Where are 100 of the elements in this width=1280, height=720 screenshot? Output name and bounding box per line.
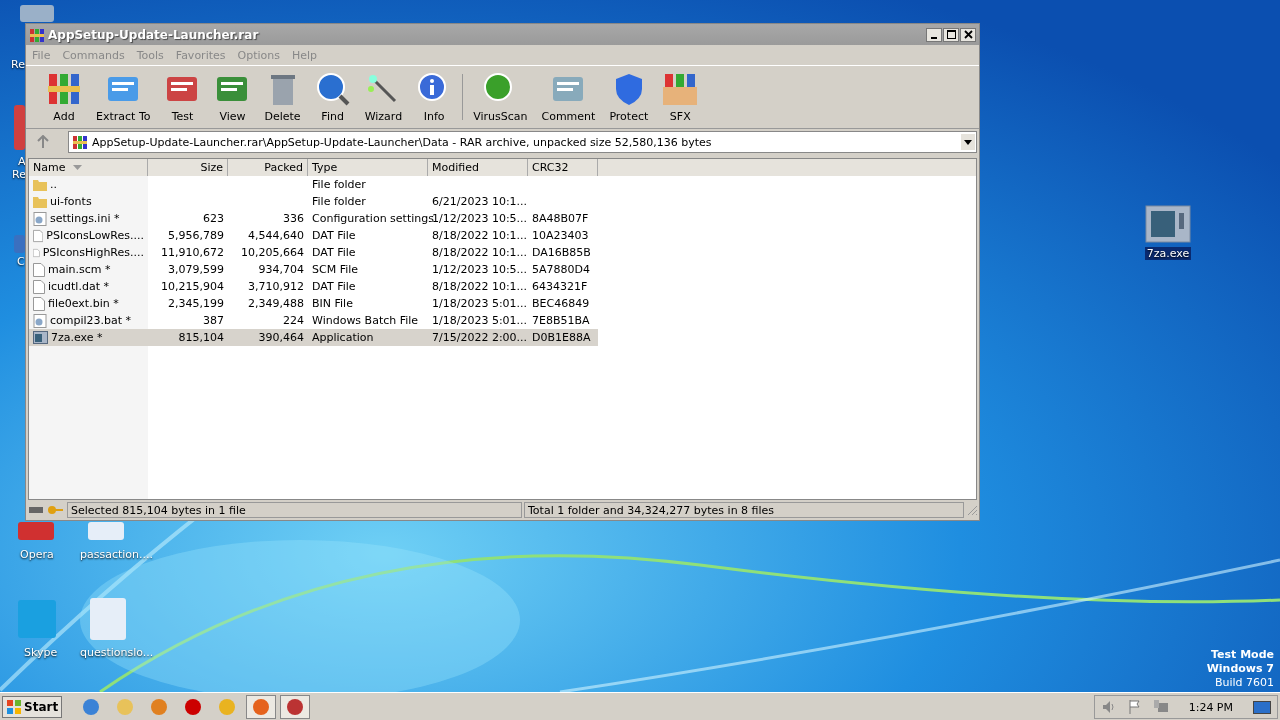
table-cell: 11,910,672 (161, 246, 224, 259)
table-cell: 8/18/2022 10:1... (432, 280, 528, 293)
table-cell: 3,079,599 (168, 263, 224, 276)
desktop-icon[interactable] (20, 5, 54, 22)
toolbar-button[interactable]: Info (410, 71, 459, 123)
table-cell: 2,349,488 (248, 297, 304, 310)
desktop-icon-label: Skype (23, 646, 59, 659)
table-cell: 1/18/2023 5:01... (432, 314, 528, 327)
table-cell: File folder (312, 178, 366, 191)
table-cell: DAT File (312, 229, 356, 242)
file-icon (33, 228, 44, 243)
table-cell: 1/12/2023 10:5... (432, 263, 528, 276)
file-row[interactable]: file0ext.bin * 2,345,199 2,349,488 BIN File 1/18/2023 5:01... BEC46849 (29, 295, 598, 312)
toolbar-button[interactable]: SFX (656, 71, 705, 123)
maximize-button[interactable] (943, 27, 959, 42)
application-window-icon[interactable] (1145, 205, 1191, 243)
toolbar-button[interactable]: Protect (603, 71, 655, 123)
table-cell: DAT File (312, 246, 356, 259)
table-cell: 4,544,640 (248, 229, 304, 242)
table-cell: icudtl.dat * (48, 280, 109, 293)
toolbar-button[interactable]: Comment (535, 71, 602, 123)
taskbar-button[interactable] (280, 695, 311, 719)
file-row[interactable]: 7za.exe * 815,104 390,464 Application 7/15/2022 2:00... D0B1E88A (29, 329, 598, 346)
toolbar-button[interactable]: Delete (258, 71, 307, 123)
table-cell: 10A23403 (532, 229, 589, 242)
table-cell: file0ext.bin * (48, 297, 119, 310)
table-cell: main.scm * (48, 263, 111, 276)
up-arrow-icon[interactable] (36, 135, 50, 149)
table-cell: 7E8B51BA (532, 314, 590, 327)
desktop-icon-label: Re (11, 168, 27, 181)
file-row[interactable]: ui-fonts File folder 6/21/2023 10:1... (29, 193, 598, 210)
toolbar-button[interactable]: Wizard (358, 71, 409, 123)
toolbar-button[interactable]: Find (308, 71, 357, 123)
toolbar-button[interactable]: View (208, 71, 257, 123)
table-cell: PSIconsHighRes.... (42, 246, 144, 259)
table-cell: 1/12/2023 10:5... (432, 212, 528, 225)
table-cell: 387 (203, 314, 224, 327)
speaker-icon[interactable] (1100, 699, 1117, 715)
minimize-button[interactable] (926, 27, 942, 42)
gear-file-icon (33, 313, 47, 328)
toolbar-button[interactable]: Add (40, 71, 88, 123)
table-cell: Configuration settings (312, 212, 434, 225)
file-icon (33, 279, 45, 294)
books-icon (46, 71, 82, 107)
table-cell: 815,104 (178, 331, 224, 344)
table-cell: compil23.bat * (50, 314, 132, 327)
desktop-icon-label: 7za.exe (1144, 247, 1192, 260)
table-cell: PSIconsLowRes.... (46, 229, 144, 242)
table-cell: 8/18/2022 10:1... (432, 246, 528, 259)
file-row[interactable]: main.scm * 3,079,599 934,704 SCM File 1/12/2023 10:5... 5A7880D4 (29, 261, 598, 278)
maximize-icon (946, 30, 956, 39)
file-row[interactable]: .. File folder (29, 176, 598, 193)
start-button[interactable]: Start (2, 696, 63, 718)
os-notice-text: Test Mode (1211, 648, 1274, 662)
network-icon[interactable] (1152, 699, 1169, 715)
close-icon (963, 30, 973, 39)
table-cell: 224 (283, 314, 304, 327)
resize-grip-icon[interactable] (966, 504, 978, 516)
gear-file-icon (33, 211, 47, 226)
file-row[interactable]: icudtl.dat * 10,215,904 3,710,912 DAT File 8/18/2022 10:1... 6434321F (29, 278, 598, 295)
file-icon (33, 296, 45, 311)
table-cell: 8/18/2022 10:1... (432, 229, 528, 242)
application-window-icon (33, 331, 48, 344)
file-row[interactable]: settings.ini * 623 336 Configuration settings1/12/2023 10:5... 8A48B07F (29, 210, 598, 227)
status-bar-right: Total 1 folder and 34,324,277 bytes in 8 files (524, 502, 964, 518)
table-cell: BEC46849 (532, 297, 590, 310)
table-cell: Application (312, 331, 374, 344)
close-button[interactable] (960, 27, 976, 42)
flag-icon[interactable] (1126, 699, 1143, 715)
os-notice-text: Windows 7 (1206, 662, 1274, 676)
table-cell: settings.ini * (50, 212, 120, 225)
table-cell: 623 (203, 212, 224, 225)
file-row[interactable]: compil23.bat * 387 224 Windows Batch File 1/18/2023 5:01... 7E8B51BA (29, 312, 598, 329)
desktop-icon-label: questionslo... (79, 646, 155, 659)
table-cell: 6434321F (532, 280, 588, 293)
toolbar-button[interactable]: Test (158, 71, 207, 123)
table-cell: Windows Batch File (312, 314, 419, 327)
magnifier-icon (314, 71, 351, 107)
table-cell: 7/15/2022 2:00... (432, 331, 528, 344)
file-row[interactable]: PSIconsLowRes.... 5,956,789 4,544,640 DAT File 8/18/2022 10:1... 10A23403 (29, 227, 598, 244)
table-cell: 1/18/2023 5:01... (432, 297, 528, 310)
table-cell: File folder (312, 195, 366, 208)
desktop-icon-label: C (16, 255, 26, 268)
table-cell: ui-fonts (50, 195, 92, 208)
desktop-icon-label: A (17, 155, 27, 168)
table-cell: 5A7880D4 (532, 263, 590, 276)
table-cell: 10,215,904 (161, 280, 224, 293)
show-desktop-icon[interactable] (1253, 699, 1271, 715)
toolbar-button[interactable]: VirusScan (467, 71, 534, 123)
toolbar-button[interactable]: Extract To (90, 71, 157, 123)
file-icon (33, 262, 45, 277)
table-cell: 934,704 (258, 263, 304, 276)
table-cell: 390,464 (258, 331, 304, 344)
drive-and-key-icon (29, 505, 63, 515)
table-cell: DA16B85B (532, 246, 591, 259)
address-field[interactable]: AppSetup-Update-Launcher.rar\AppSetup-Update-Launcher\Data - RAR archive, unpacked size 52,580,136 bytes (68, 131, 977, 153)
status-bar-left: Selected 815,104 bytes in 1 file (67, 502, 522, 518)
taskbar-button[interactable] (246, 695, 277, 719)
table-cell: 8A48B07F (532, 212, 589, 225)
file-row[interactable]: PSIconsHighRes.... 11,910,672 10,205,664 DAT File 8/18/2022 10:1... DA16B85B (29, 244, 598, 261)
